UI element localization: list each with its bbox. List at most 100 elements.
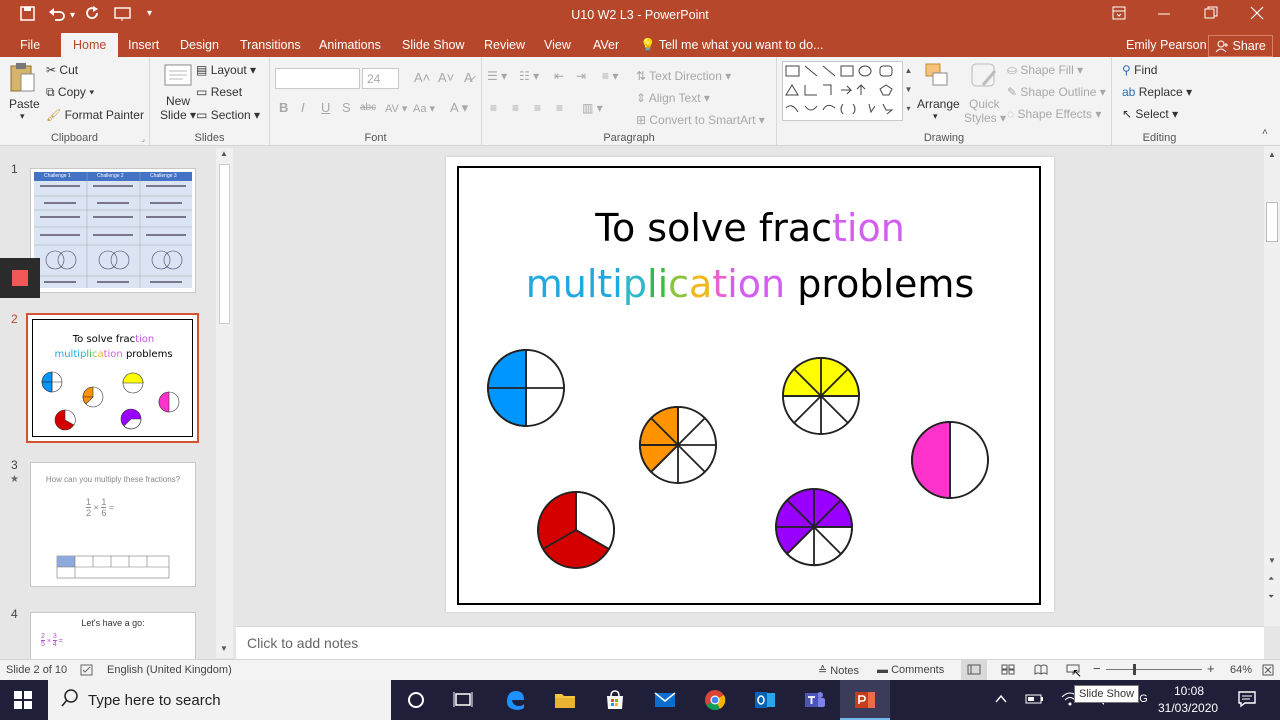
tab-view[interactable]: View xyxy=(544,38,571,52)
thumbnail-slide-1[interactable]: Challenge 1 Challenge 2 Challenge 3 xyxy=(30,168,196,293)
align-center-icon[interactable]: ≡ xyxy=(512,101,519,115)
yellow-fraction-circle[interactable] xyxy=(782,357,860,435)
previous-slide-icon[interactable]: ⏶ xyxy=(1268,574,1274,584)
pink-fraction-circle[interactable] xyxy=(911,421,989,499)
outlook-icon[interactable] xyxy=(753,688,777,712)
tab-aver[interactable]: AVer xyxy=(593,38,619,52)
normal-view-button[interactable] xyxy=(961,660,987,680)
edge-browser-icon[interactable] xyxy=(503,688,527,712)
arrange-button[interactable]: Arrange ▾ xyxy=(917,61,960,121)
slide-counter[interactable]: Slide 2 of 10 xyxy=(6,664,67,676)
justify-icon[interactable]: ≡ xyxy=(556,101,563,115)
font-color-icon[interactable]: A ▾ xyxy=(450,100,468,116)
shapes-gallery[interactable] xyxy=(782,61,912,121)
blue-fraction-circle[interactable] xyxy=(487,349,565,427)
shape-effects-button[interactable]: ◌ Shape Effects ▾ xyxy=(1007,107,1101,121)
underline-icon[interactable]: U xyxy=(321,100,330,115)
minimize-icon[interactable] xyxy=(1157,6,1171,23)
user-name[interactable]: Emily Pearson xyxy=(1126,38,1207,52)
character-spacing-icon[interactable]: AV ▾ xyxy=(385,102,407,115)
font-name-input[interactable] xyxy=(275,68,360,89)
bold-icon[interactable]: B xyxy=(279,100,288,115)
text-direction-icon[interactable]: ⇅ Text Direction ▾ xyxy=(636,69,731,83)
align-text-icon[interactable]: ⇕ Align Text ▾ xyxy=(636,91,710,105)
show-hidden-icons[interactable] xyxy=(993,691,1017,715)
tab-animations[interactable]: Animations xyxy=(319,38,381,52)
new-slide-button[interactable]: New Slide ▾ xyxy=(158,61,198,122)
reset-button[interactable]: ▭ Reset xyxy=(196,85,242,99)
spell-check-icon[interactable] xyxy=(80,664,94,679)
next-slide-icon[interactable]: ⏷ xyxy=(1268,592,1274,602)
battery-icon[interactable] xyxy=(1025,691,1049,715)
animation-star-icon[interactable]: ★ xyxy=(10,474,19,485)
clock-time[interactable]: 10:08 xyxy=(1174,684,1204,698)
thumbnails-scroll-thumb[interactable] xyxy=(219,164,230,324)
zoom-level[interactable]: 64% xyxy=(1230,664,1252,676)
editor-scroll-up-icon[interactable]: ▲ xyxy=(1268,150,1276,159)
tab-design[interactable]: Design xyxy=(180,38,219,52)
quick-styles-button[interactable]: Quick Styles ▾ xyxy=(964,61,1006,125)
align-right-icon[interactable]: ≡ xyxy=(534,101,541,115)
format-painter-button[interactable]: 🖌 Format Painter xyxy=(46,108,144,122)
select-button[interactable]: ↖ Select ▾ xyxy=(1122,107,1178,121)
tab-home[interactable]: Home xyxy=(61,33,119,57)
zoom-slider[interactable] xyxy=(1106,669,1202,670)
find-button[interactable]: ⚲ Find xyxy=(1122,63,1157,77)
chrome-icon[interactable] xyxy=(703,688,727,712)
shapes-scroll[interactable]: ▲ ▼ ▾ xyxy=(902,61,914,121)
zoom-out-icon[interactable]: − xyxy=(1093,661,1101,676)
italic-icon[interactable]: I xyxy=(301,100,305,115)
numbering-icon[interactable]: ☷ ▾ xyxy=(519,69,539,83)
tab-review[interactable]: Review xyxy=(484,38,525,52)
collapse-ribbon-icon[interactable]: ˄ xyxy=(1262,127,1268,138)
columns-icon[interactable]: ▥ ▾ xyxy=(582,101,603,115)
slide-sorter-button[interactable] xyxy=(1001,664,1015,678)
shadow-icon[interactable]: S xyxy=(342,100,351,115)
tab-insert[interactable]: Insert xyxy=(128,38,159,52)
zoom-in-icon[interactable]: + xyxy=(1207,661,1215,676)
editor-scroll-thumb[interactable] xyxy=(1266,202,1278,242)
thumbnail-slide-2-selected[interactable]: To solve fraction multiplication problem… xyxy=(26,313,199,443)
record-stop-button[interactable] xyxy=(0,258,40,298)
strikethrough-icon[interactable]: abc xyxy=(360,102,376,113)
clock-date[interactable]: 31/03/2020 xyxy=(1158,701,1218,715)
windows-start-icon[interactable] xyxy=(13,688,37,712)
language-indicator[interactable]: English (United Kingdom) xyxy=(107,664,232,676)
mail-icon[interactable] xyxy=(653,688,677,712)
scroll-down-icon[interactable]: ▼ xyxy=(220,644,228,653)
file-explorer-icon[interactable] xyxy=(553,688,577,712)
increase-indent-icon[interactable]: ⇥ xyxy=(576,69,586,83)
purple-fraction-circle[interactable] xyxy=(775,488,853,567)
notes-pane[interactable]: Click to add notes xyxy=(236,626,1264,659)
teams-icon[interactable] xyxy=(803,688,827,712)
layout-button[interactable]: ▤ Layout ▾ xyxy=(196,63,256,77)
task-view-icon[interactable] xyxy=(452,688,476,712)
dialog-launcher-icon[interactable]: ⌟ xyxy=(141,134,145,143)
tell-me-search[interactable]: 💡 Tell me what you want to do... xyxy=(640,38,824,53)
editor-scroll-down-icon[interactable]: ▼ xyxy=(1268,556,1276,565)
notes-toggle[interactable]: ≙ Notes xyxy=(818,664,859,677)
increase-font-icon[interactable]: A˄ xyxy=(414,70,430,85)
replace-button[interactable]: ab Replace ▾ xyxy=(1122,85,1192,99)
tab-slide-show[interactable]: Slide Show xyxy=(402,38,465,52)
close-icon[interactable] xyxy=(1250,6,1264,23)
ribbon-display-options-icon[interactable] xyxy=(1112,6,1126,23)
shape-outline-button[interactable]: ✎ Shape Outline ▾ xyxy=(1007,85,1106,99)
tab-transitions[interactable]: Transitions xyxy=(240,38,301,52)
reading-view-button[interactable] xyxy=(1034,664,1048,678)
thumbnail-slide-3[interactable]: How can you multiply these fractions? 12… xyxy=(30,462,196,587)
taskbar-search-box[interactable]: Type here to search xyxy=(48,680,391,720)
paste-button[interactable]: Paste ▾ xyxy=(8,61,40,121)
font-size-input[interactable]: 24 xyxy=(362,68,399,89)
red-fraction-circle[interactable] xyxy=(537,491,615,569)
cortana-icon[interactable] xyxy=(405,688,429,712)
smartart-icon[interactable]: ⊞ Convert to SmartArt ▾ xyxy=(636,113,765,127)
cut-button[interactable]: ✂ Cut xyxy=(46,63,78,77)
comments-toggle[interactable]: ▬ Comments xyxy=(877,664,944,676)
thumbnails-scrollbar[interactable]: ▲ ▼ xyxy=(216,148,233,658)
scroll-up-icon[interactable]: ▲ xyxy=(220,149,228,158)
line-spacing-icon[interactable]: ≡ ▾ xyxy=(602,69,618,83)
decrease-font-icon[interactable]: A˅ xyxy=(438,70,454,85)
change-case-icon[interactable]: Aa ▾ xyxy=(413,102,435,115)
store-icon[interactable] xyxy=(603,688,627,712)
